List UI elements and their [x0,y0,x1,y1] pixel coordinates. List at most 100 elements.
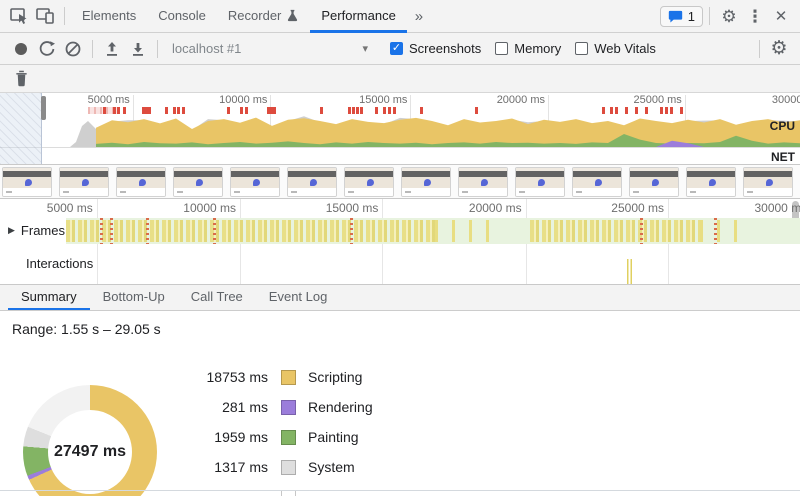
checkbox-web-vitals[interactable]: ✓ Web Vitals [575,41,656,56]
long-task-mark [182,107,185,114]
screenshot-thumbnail[interactable] [344,167,394,197]
timeline-tick-label: 20000 ms [469,201,522,215]
tab-bottom-up[interactable]: Bottom-Up [90,285,178,310]
screenshot-thumbnail[interactable] [59,167,109,197]
record-button[interactable] [8,36,34,62]
checkbox-screenshots[interactable]: ✓ Screenshots [390,41,481,56]
thumbnail-footer [345,191,393,197]
tab-summary[interactable]: Summary [8,285,90,310]
long-task-mark [635,107,638,114]
inspect-element-button[interactable] [6,3,32,29]
checkbox-memory[interactable]: ✓ Memory [495,41,561,56]
timeline-tick-label: 10000 ms [183,201,236,215]
overview-unselected-region [0,93,42,164]
timeline-tick-label: 25000 ms [611,201,664,215]
more-tabs-button[interactable]: » [407,8,431,25]
tab-console[interactable]: Console [147,1,217,33]
checkbox-label: Screenshots [409,41,481,56]
download-icon [130,41,146,57]
legend-row: 18753 msScripting [180,362,373,392]
checkbox-icon: ✓ [495,42,508,55]
frames-activity-segment [435,220,500,242]
frames-activity-segment [66,220,435,242]
save-profile-button[interactable] [125,36,151,62]
screenshot-thumbnail[interactable] [572,167,622,197]
trash-icon [14,70,29,87]
thumbnail-footer [288,191,336,197]
separator [92,40,93,58]
legend-row [180,482,373,496]
tab-recorder[interactable]: Recorder [217,1,310,33]
overview-tick-label: 15000 ms [359,94,407,106]
tab-call-tree[interactable]: Call Tree [178,285,256,310]
screenshot-filmstrip [0,165,800,199]
thumbnail-footer [117,191,165,197]
tab-event-log[interactable]: Event Log [256,285,341,310]
long-task-mark [383,107,386,114]
device-toolbar-icon [35,6,55,26]
separator [759,40,760,58]
long-task-mark [602,107,605,114]
thumbnail-paint-blob [367,179,374,186]
thumbnail-footer-dash [747,191,753,193]
interactions-track-label: Interactions [26,256,93,271]
thumbnail-page-body [60,177,108,188]
screenshot-thumbnail[interactable] [743,167,793,197]
gear-icon: ⚙ [770,39,787,58]
legend-swatch [281,460,296,475]
overview-track[interactable]: 5000 ms10000 ms15000 ms20000 ms25000 ms3… [0,93,800,165]
device-toolbar-button[interactable] [32,3,58,29]
long-task-mark [113,107,116,114]
screenshot-thumbnail[interactable] [173,167,223,197]
thumbnail-footer [231,191,279,197]
timeline-tick-label: 15000 ms [326,201,379,215]
separator [64,7,65,25]
thumbnail-page-body [402,177,450,188]
screenshot-thumbnail[interactable] [515,167,565,197]
history-select-value: localhost #1 [172,41,241,56]
cpu-area-chart [0,116,800,147]
long-task-mark [375,107,378,114]
screenshot-thumbnail[interactable] [116,167,166,197]
settings-button[interactable]: ⚙ [716,3,742,29]
separator [157,40,158,58]
timeline-panel[interactable]: ▶ Frames Interactions 5000 ms10000 ms150… [0,199,800,285]
overview-left-handle[interactable] [41,96,46,120]
capture-settings-button[interactable]: ⚙ [766,36,792,62]
thumbnail-footer [744,191,792,197]
upload-icon [104,41,120,57]
screenshot-thumbnail[interactable] [401,167,451,197]
dropped-frame-marker [350,218,353,244]
delete-recording-button[interactable] [8,66,34,92]
thumbnail-footer-dash [120,191,126,193]
screenshot-thumbnail[interactable] [458,167,508,197]
screenshot-thumbnail[interactable] [287,167,337,197]
cpu-scripting-area [96,118,800,147]
tab-performance[interactable]: Performance [310,1,406,33]
dropped-frame-marker [640,218,643,244]
dropped-frame-marker [110,218,113,244]
load-profile-button[interactable] [99,36,125,62]
interaction-marker [627,259,632,285]
screenshot-thumbnail[interactable] [2,167,52,197]
screenshot-thumbnail[interactable] [629,167,679,197]
legend-row: 1317 msSystem [180,452,373,482]
clear-button[interactable] [60,36,86,62]
long-task-mark [388,107,391,114]
tab-elements[interactable]: Elements [71,1,147,33]
cpu-track-label: CPU [770,119,795,133]
reload-icon [38,40,56,58]
long-task-mark [615,107,618,114]
history-select[interactable]: localhost #1 ▾ [172,41,368,56]
issues-counter[interactable]: 1 [660,6,703,27]
main-menu-button[interactable]: ⋮ [742,3,768,29]
screenshot-thumbnail[interactable] [230,167,280,197]
frames-activity-segment [530,220,700,242]
separator [709,7,710,25]
reload-and-record-button[interactable] [34,36,60,62]
devtools-window: Elements Console Recorder Performance » … [0,0,800,496]
screenshot-thumbnail[interactable] [686,167,736,197]
long-task-mark [173,107,176,114]
close-devtools-button[interactable]: ✕ [768,3,794,29]
disclosure-triangle-icon[interactable]: ▶ [8,225,15,236]
